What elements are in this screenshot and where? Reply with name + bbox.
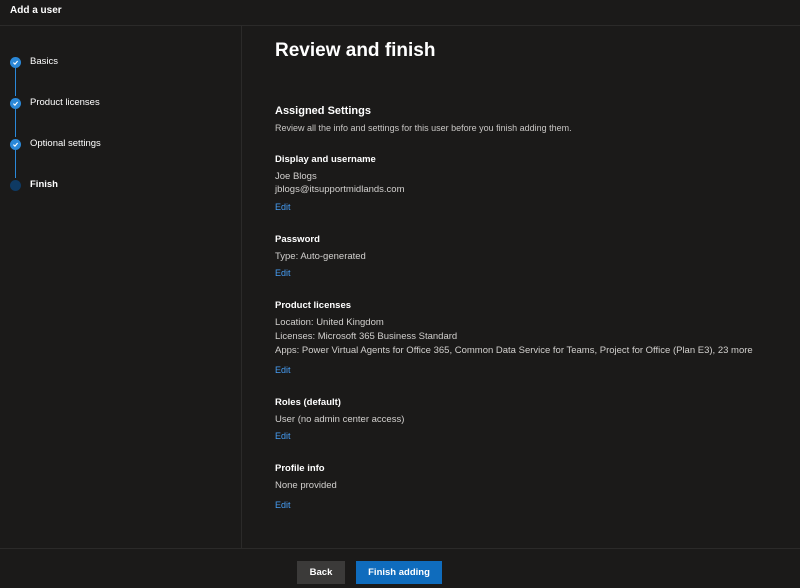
edit-profile-info-link[interactable]: Edit bbox=[275, 500, 291, 510]
edit-password-link[interactable]: Edit bbox=[275, 268, 291, 278]
checkmark-icon bbox=[10, 139, 21, 150]
page-title: Review and finish bbox=[275, 40, 436, 61]
checkmark-icon bbox=[10, 98, 21, 109]
step-label: Basics bbox=[30, 56, 58, 67]
step-label: Optional settings bbox=[30, 138, 101, 149]
password-type-value: Type: Auto-generated bbox=[275, 251, 366, 262]
username-value: jblogs@itsupportmidlands.com bbox=[275, 184, 405, 195]
step-connector bbox=[15, 150, 16, 178]
step-connector bbox=[15, 68, 16, 96]
finish-adding-button[interactable]: Finish adding bbox=[356, 561, 442, 584]
profile-info-title: Profile info bbox=[275, 463, 325, 474]
title-bar: Add a user bbox=[0, 0, 800, 26]
current-step-dot-icon bbox=[10, 180, 21, 191]
location-value: Location: United Kingdom bbox=[275, 317, 384, 328]
edit-display-username-link[interactable]: Edit bbox=[275, 202, 291, 212]
edit-roles-link[interactable]: Edit bbox=[275, 431, 291, 441]
roles-value: User (no admin center access) bbox=[275, 414, 405, 425]
window-title: Add a user bbox=[10, 5, 62, 16]
display-username-title: Display and username bbox=[275, 154, 376, 165]
display-name-value: Joe Blogs bbox=[275, 171, 317, 182]
step-label: Finish bbox=[30, 179, 58, 190]
assigned-settings-heading: Assigned Settings bbox=[275, 105, 371, 117]
assigned-settings-description: Review all the info and settings for thi… bbox=[275, 123, 572, 133]
step-connector bbox=[15, 109, 16, 137]
product-licenses-title: Product licenses bbox=[275, 300, 352, 311]
footer-bar: Back Finish adding bbox=[0, 548, 800, 588]
profile-info-value: None provided bbox=[275, 480, 337, 491]
wizard-steps-sidebar: Basics Product licenses Optional setting… bbox=[0, 26, 242, 548]
edit-product-licenses-link[interactable]: Edit bbox=[275, 365, 291, 375]
back-button[interactable]: Back bbox=[297, 561, 345, 584]
roles-title: Roles (default) bbox=[275, 397, 341, 408]
password-title: Password bbox=[275, 234, 320, 245]
licenses-value: Licenses: Microsoft 365 Business Standar… bbox=[275, 331, 458, 342]
apps-value: Apps: Power Virtual Agents for Office 36… bbox=[275, 345, 753, 356]
step-label: Product licenses bbox=[30, 97, 100, 108]
checkmark-icon bbox=[10, 57, 21, 68]
